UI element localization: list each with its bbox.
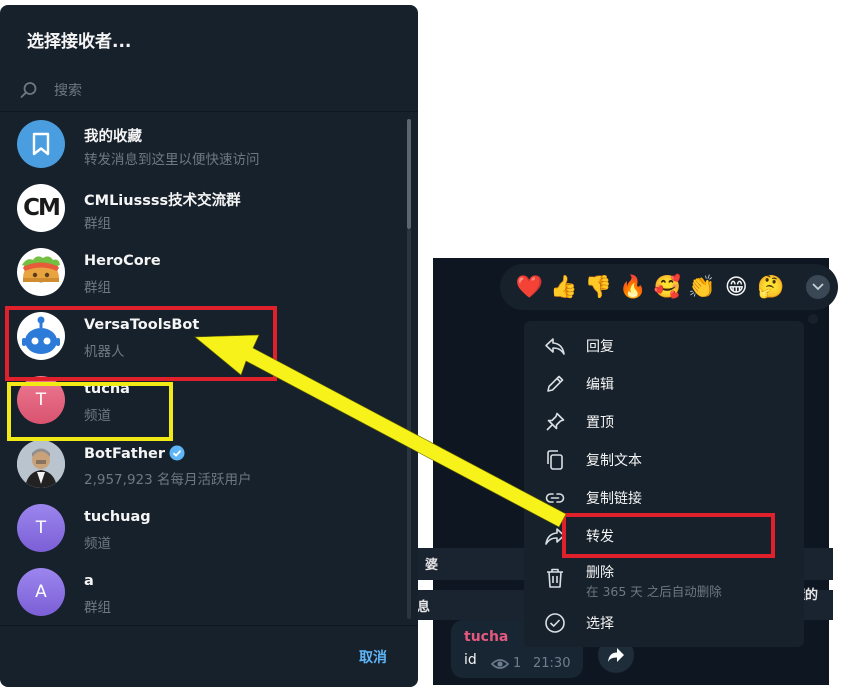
scrollbar-thumb[interactable] bbox=[407, 119, 411, 229]
recipient-subtitle: 群组 bbox=[84, 280, 111, 296]
avatar: T bbox=[17, 504, 65, 552]
highlight-box-red bbox=[562, 513, 775, 558]
menu-item-edit[interactable]: 编辑 bbox=[524, 364, 804, 402]
avatar bbox=[17, 120, 65, 168]
recipient-name: 我的收藏 bbox=[84, 129, 142, 145]
menu-item-label: 置顶 bbox=[586, 415, 614, 431]
reaction-bar-tail bbox=[808, 314, 818, 324]
menu-item-pin[interactable]: 置顶 bbox=[524, 402, 804, 440]
search-input[interactable] bbox=[52, 78, 396, 104]
dialog-title: 选择接收者... bbox=[27, 32, 132, 52]
background-text-fragment: 息 bbox=[417, 600, 431, 615]
reaction-thinking[interactable]: 🤔 bbox=[754, 270, 789, 304]
recipient-saved-messages[interactable]: 我的收藏 转发消息到这里以便快速访问 bbox=[0, 112, 406, 176]
background-text-fragment: 婆 bbox=[425, 558, 439, 573]
recipient-herocore[interactable]: HeroCore 群组 bbox=[0, 240, 406, 304]
reaction-clap[interactable]: 👏 bbox=[685, 270, 720, 304]
highlight-box-red bbox=[5, 306, 277, 381]
copy-icon bbox=[547, 450, 563, 470]
bookmark-icon bbox=[32, 132, 50, 156]
verified-badge-icon bbox=[169, 445, 185, 461]
reaction-smiling-hearts[interactable]: 🥰 bbox=[650, 270, 685, 304]
menu-item-copy-link[interactable]: 复制链接 bbox=[524, 478, 804, 516]
menu-item-select[interactable]: 选择 bbox=[524, 603, 804, 641]
message-sender: tucha bbox=[464, 629, 509, 645]
menu-item-label: 复制链接 bbox=[586, 491, 642, 507]
reaction-heart[interactable]: ❤️ bbox=[512, 270, 547, 304]
search-icon bbox=[20, 82, 37, 98]
expand-reactions-button[interactable] bbox=[806, 275, 830, 299]
recipient-subtitle: 群组 bbox=[84, 216, 111, 232]
avatar bbox=[17, 440, 65, 488]
recipient-subtitle: 转发消息到这里以便快速访问 bbox=[84, 152, 260, 168]
forward-arrow-icon bbox=[608, 648, 624, 662]
highlight-box-yellow bbox=[7, 382, 173, 441]
recipient-name: tuchuag bbox=[84, 509, 151, 525]
menu-item-copy-text[interactable]: 复制文本 bbox=[524, 440, 804, 478]
views-eye-icon bbox=[490, 655, 510, 674]
taco-icon bbox=[22, 256, 60, 283]
message-time: 21:30 bbox=[533, 656, 571, 671]
avatar: A bbox=[17, 568, 65, 616]
scrollbar-track[interactable] bbox=[407, 229, 411, 619]
recipient-subtitle: 2,957,923 名每月活跃用户 bbox=[84, 472, 252, 488]
reaction-thumbs-up[interactable]: 👍 bbox=[547, 270, 582, 304]
recipient-name-text: BotFather bbox=[84, 446, 166, 462]
avatar bbox=[17, 248, 65, 296]
pin-icon bbox=[546, 412, 565, 431]
search-bar bbox=[0, 69, 418, 111]
reaction-fire[interactable]: 🔥 bbox=[616, 270, 651, 304]
pencil-icon bbox=[547, 375, 564, 392]
message-context-menu: 回复 编辑 置顶 复制文本 复制链接 转发 删除 在 365 天 之后自动删除 … bbox=[524, 321, 804, 647]
menu-item-delete[interactable]: 删除 在 365 天 之后自动删除 bbox=[524, 554, 804, 600]
botfather-avatar bbox=[17, 440, 65, 488]
recipient-subtitle: 群组 bbox=[84, 600, 111, 616]
recipient-tuchuag[interactable]: T tuchuag 频道 bbox=[0, 496, 406, 560]
trash-icon bbox=[547, 568, 563, 588]
reaction-thumbs-down[interactable]: 👎 bbox=[581, 270, 616, 304]
recipient-name: a bbox=[84, 573, 94, 589]
recipient-name: CMLiussss技术交流群 bbox=[84, 193, 241, 209]
link-icon bbox=[545, 493, 565, 503]
cancel-button[interactable]: 取消 bbox=[340, 642, 406, 672]
recipient-subtitle: 频道 bbox=[84, 536, 111, 552]
reaction-bar: ❤️ 👍 👎 🔥 🥰 👏 😁 🤔 bbox=[500, 264, 838, 310]
menu-item-label: 回复 bbox=[586, 339, 614, 355]
menu-item-label: 复制文本 bbox=[586, 453, 642, 469]
reaction-grin[interactable]: 😁 bbox=[719, 270, 754, 304]
menu-item-label: 编辑 bbox=[586, 377, 614, 393]
recipient-cmliussss[interactable]: CM CMLiussss技术交流群 群组 bbox=[0, 176, 406, 240]
chevron-down-icon bbox=[812, 283, 824, 291]
menu-item-label: 选择 bbox=[586, 616, 614, 632]
message-views: 1 bbox=[513, 656, 522, 671]
message-text: id bbox=[464, 652, 477, 668]
check-circle-icon bbox=[545, 613, 565, 633]
menu-item-sublabel: 在 365 天 之后自动删除 bbox=[586, 584, 722, 599]
recipient-name: HeroCore bbox=[84, 253, 161, 269]
avatar: CM bbox=[17, 184, 65, 232]
recipient-botfather[interactable]: BotFather 2,957,923 名每月活跃用户 bbox=[0, 432, 406, 496]
recipient-name: BotFather bbox=[84, 445, 185, 462]
recipient-a[interactable]: A a 群组 bbox=[0, 560, 406, 620]
menu-item-label: 删除 bbox=[586, 565, 614, 581]
menu-item-reply[interactable]: 回复 bbox=[524, 326, 804, 364]
reply-icon bbox=[545, 338, 565, 355]
divider bbox=[0, 625, 418, 626]
